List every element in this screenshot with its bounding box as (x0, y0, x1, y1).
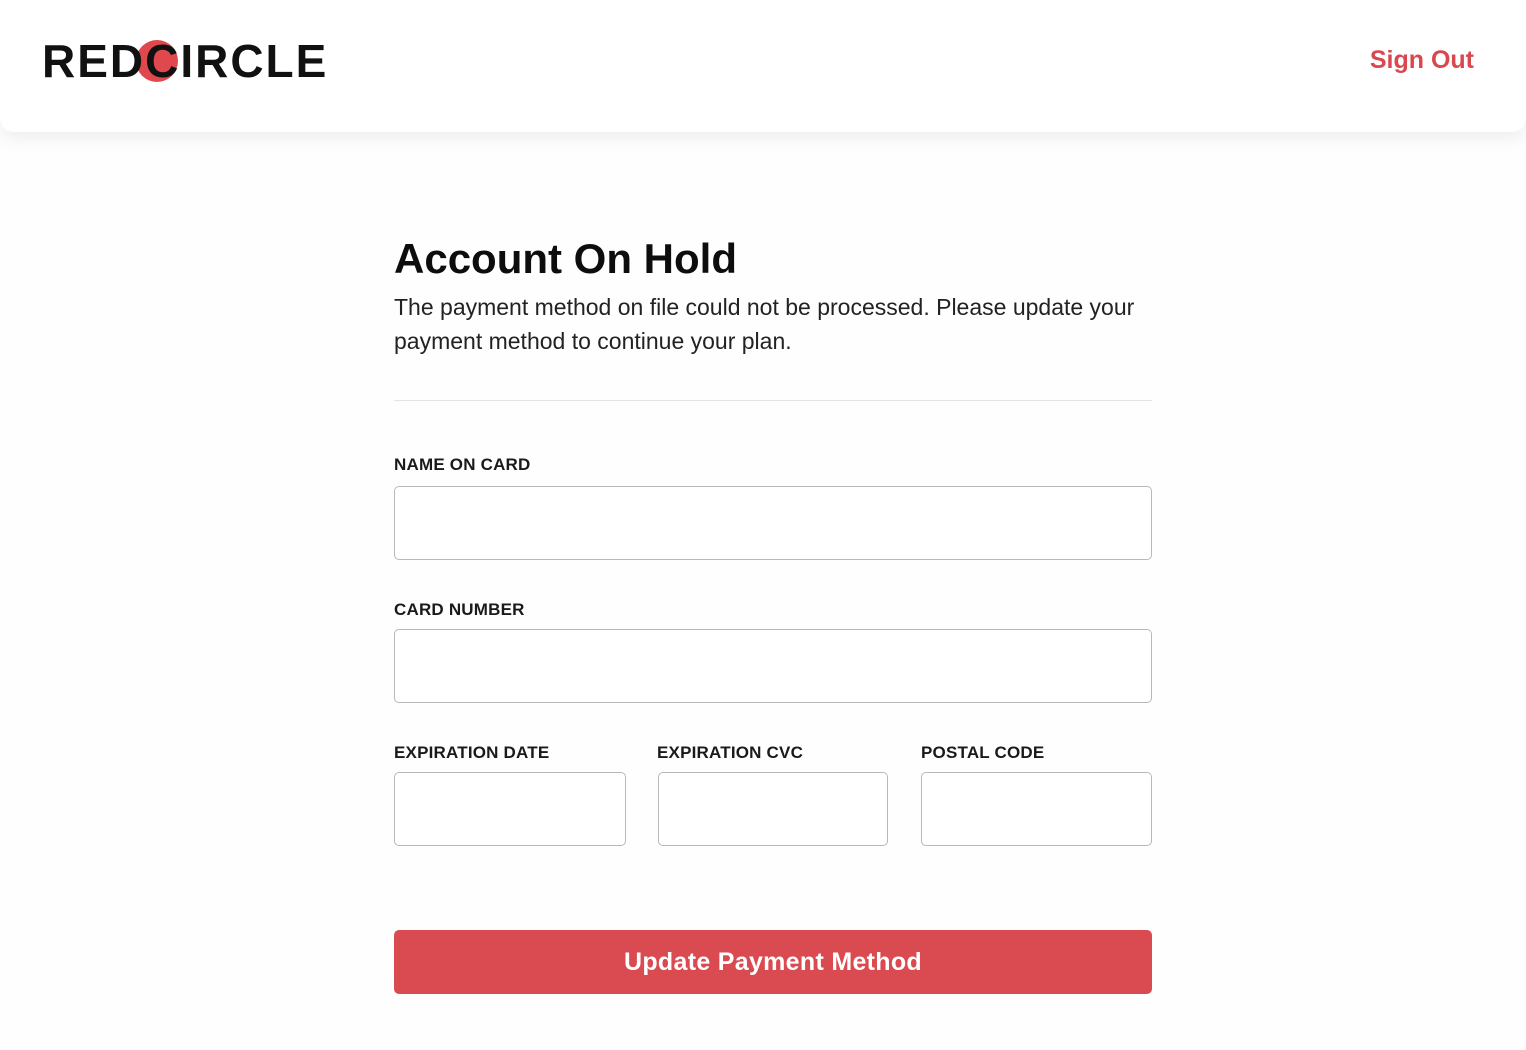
sign-out-link[interactable]: Sign Out (1370, 44, 1474, 76)
top-header: REDCIRCLE Sign Out (0, 0, 1526, 132)
expiration-cvc-label: EXPIRATION CVC (657, 743, 804, 762)
expiration-date-label: EXPIRATION DATE (394, 743, 550, 762)
postal-code-input[interactable] (921, 772, 1152, 846)
name-on-card-label: NAME ON CARD (394, 455, 531, 474)
expiration-cvc-input[interactable] (658, 772, 888, 846)
expiration-date-input[interactable] (394, 772, 626, 846)
hold-message: The payment method on file could not be … (394, 294, 1135, 354)
name-on-card-input[interactable] (394, 486, 1152, 560)
redcircle-logo[interactable]: REDCIRCLE (42, 36, 328, 86)
account-hold-panel: Account On Hold The payment method on fi… (394, 232, 1152, 994)
section-divider (394, 400, 1152, 401)
page-title: Account On Hold (394, 235, 737, 282)
card-number-label: CARD NUMBER (394, 600, 525, 619)
logo-text: REDCIRCLE (42, 35, 329, 87)
postal-code-label: POSTAL CODE (921, 743, 1045, 762)
card-number-input[interactable] (394, 629, 1152, 703)
update-payment-method-button[interactable]: Update Payment Method (394, 930, 1152, 994)
